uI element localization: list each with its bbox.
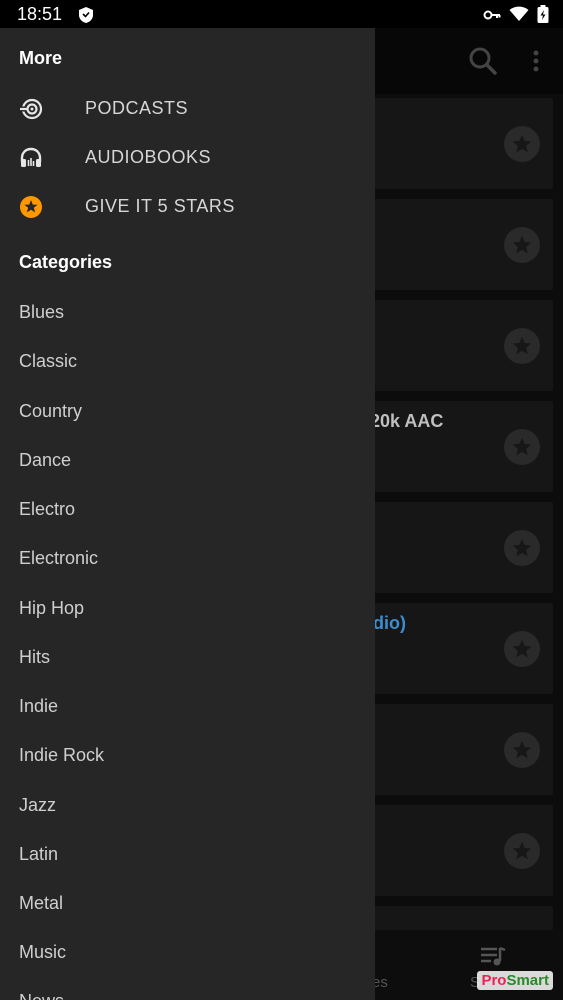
category-label: Indie xyxy=(19,696,59,716)
category-item[interactable]: Electronic xyxy=(0,535,375,584)
status-bar: 18:51 xyxy=(0,0,563,28)
watermark-logo: ProSmart xyxy=(477,971,553,990)
navigation-drawer: More PODCASTS AUDIOBOOKS GIVE IT 5 STARS… xyxy=(0,28,375,1000)
menu-item-audiobooks[interactable]: AUDIOBOOKS xyxy=(0,134,375,183)
star-icon[interactable] xyxy=(504,732,540,768)
star-badge-icon xyxy=(19,195,43,219)
category-item[interactable]: Music xyxy=(0,929,375,978)
category-item[interactable]: Country xyxy=(0,388,375,437)
category-label: Blues xyxy=(19,302,65,322)
star-icon[interactable] xyxy=(504,631,540,667)
menu-item-label: PODCASTS xyxy=(85,98,189,118)
star-icon[interactable] xyxy=(504,429,540,465)
category-label: Music xyxy=(19,942,67,962)
menu-item-rate[interactable]: GIVE IT 5 STARS xyxy=(0,183,375,232)
category-label: Jazz xyxy=(19,795,57,815)
search-icon[interactable] xyxy=(468,46,498,81)
category-item[interactable]: Indie xyxy=(0,683,375,732)
category-label: Dance xyxy=(19,450,72,470)
category-label: Hits xyxy=(19,647,50,667)
category-item[interactable]: Dance xyxy=(0,437,375,486)
category-item[interactable]: Indie Rock xyxy=(0,732,375,781)
star-icon[interactable] xyxy=(504,833,540,869)
category-item[interactable]: Latin xyxy=(0,831,375,880)
menu-item-podcasts[interactable]: PODCASTS xyxy=(0,85,375,134)
shield-icon xyxy=(78,6,94,29)
category-item[interactable]: Hits xyxy=(0,634,375,683)
menu-item-label: GIVE IT 5 STARS xyxy=(85,196,235,216)
star-icon[interactable] xyxy=(504,328,540,364)
list-item-title: dio) xyxy=(373,613,406,633)
category-label: Country xyxy=(19,401,83,421)
category-item[interactable]: Electro xyxy=(0,486,375,535)
category-item[interactable]: Blues xyxy=(0,289,375,338)
category-label: Latin xyxy=(19,844,59,864)
category-label: Metal xyxy=(19,893,64,913)
status-icons xyxy=(483,5,549,28)
category-label: Hip Hop xyxy=(19,598,85,618)
categories-section-title: Categories xyxy=(19,252,113,272)
star-icon[interactable] xyxy=(504,227,540,263)
headphones-icon xyxy=(19,146,43,170)
playlist-icon[interactable] xyxy=(480,946,506,973)
list-item-title: 20k AAC xyxy=(370,411,444,431)
category-item[interactable]: Hip Hop xyxy=(0,585,375,634)
status-time: 18:51 xyxy=(17,4,63,24)
vpn-key-icon xyxy=(483,8,501,26)
star-icon[interactable] xyxy=(504,126,540,162)
category-label: News xyxy=(19,991,64,1000)
podcast-icon xyxy=(19,97,43,121)
category-item[interactable]: News xyxy=(0,978,375,1000)
more-section-title: More xyxy=(19,48,63,68)
more-vert-icon[interactable] xyxy=(532,50,540,77)
watermark-part2: Smart xyxy=(506,972,549,989)
menu-item-label: AUDIOBOOKS xyxy=(85,147,212,167)
wifi-icon xyxy=(509,6,529,27)
category-label: Electro xyxy=(19,499,76,519)
category-label: Indie Rock xyxy=(19,745,105,765)
category-label: Classic xyxy=(19,351,78,371)
category-item[interactable]: Jazz xyxy=(0,782,375,831)
star-icon[interactable] xyxy=(504,530,540,566)
category-label: Electronic xyxy=(19,548,99,568)
category-item[interactable]: Metal xyxy=(0,880,375,929)
watermark-part1: Pro xyxy=(481,972,507,989)
battery-icon xyxy=(537,5,549,28)
category-item[interactable]: Classic xyxy=(0,338,375,387)
